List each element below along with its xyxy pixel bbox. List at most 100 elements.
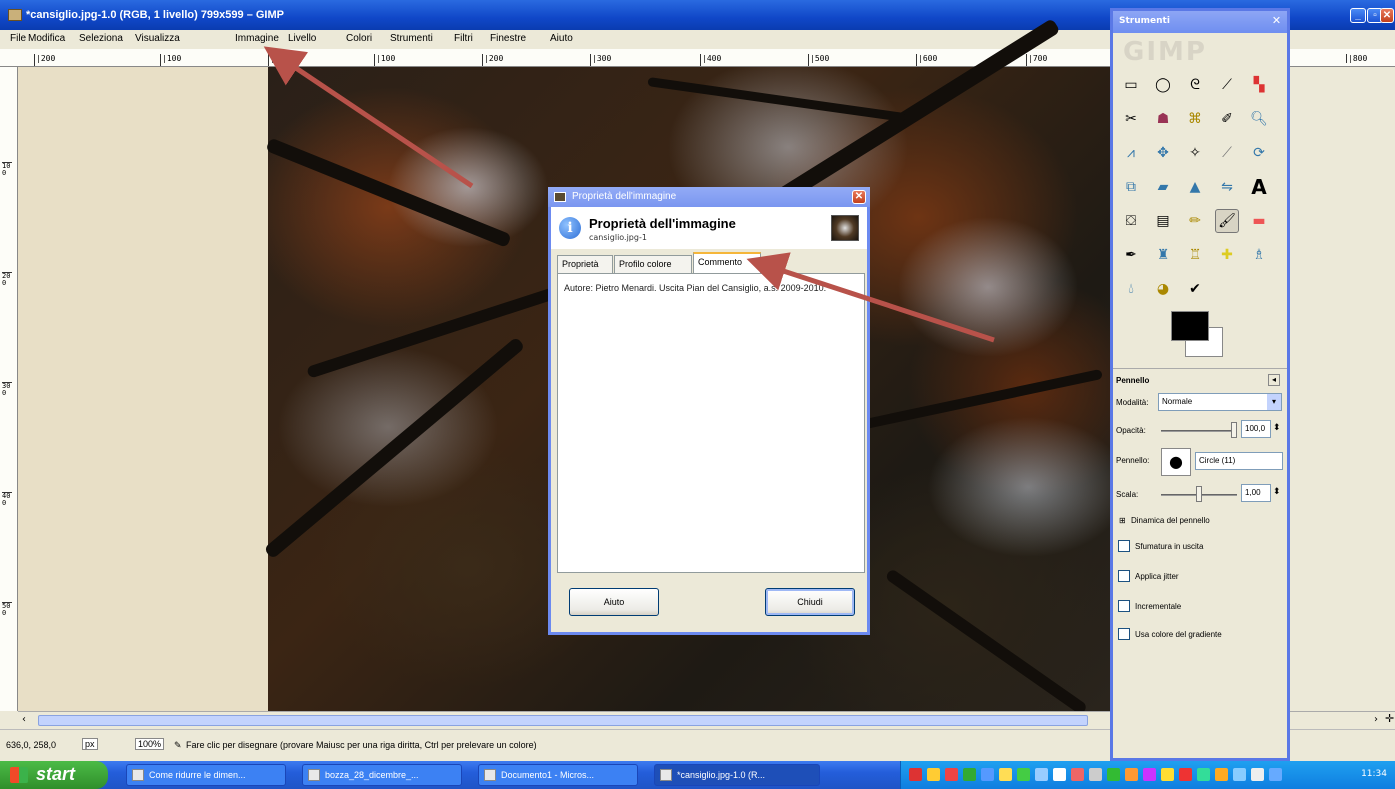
menu-livello[interactable]: Livello (288, 33, 316, 44)
menu-filtri[interactable]: Filtri (454, 33, 473, 44)
mode-select[interactable]: Normale ▾ (1158, 393, 1282, 411)
opacity-slider[interactable] (1161, 430, 1237, 432)
scale-slider-handle[interactable] (1196, 486, 1202, 502)
flip-icon[interactable]: ⇋ (1215, 175, 1239, 199)
menu-visualizza[interactable]: Visualizza (135, 33, 180, 44)
measure-icon[interactable]: ⩘ (1119, 141, 1143, 165)
tab-commento[interactable]: Commento (693, 252, 761, 274)
move-icon[interactable]: ✥ (1151, 141, 1175, 165)
taskbar-item[interactable]: Come ridurre le dimen... (126, 764, 286, 786)
expander-plus-icon[interactable]: ⊞ (1119, 516, 1126, 525)
blur-icon[interactable]: 💧︎ (1119, 277, 1143, 301)
rotate-icon[interactable]: ⟳ (1247, 141, 1271, 165)
opacity-slider-handle[interactable] (1231, 422, 1237, 438)
tray-icon[interactable] (1107, 768, 1120, 781)
tray-icon[interactable] (1269, 768, 1282, 781)
menu-file[interactable]: File (10, 33, 26, 44)
scroll-left-icon[interactable]: ‹ (22, 714, 26, 725)
comment-pane[interactable]: Autore: Pietro Menardi. Uscita Pian del … (557, 273, 865, 573)
color-select-icon[interactable]: ▚ (1247, 73, 1271, 97)
ink-icon[interactable]: ♜ (1151, 243, 1175, 267)
eraser-icon[interactable]: ▬ (1247, 209, 1271, 233)
tray-icon[interactable] (1251, 768, 1264, 781)
foreground-color-swatch[interactable] (1171, 311, 1209, 341)
spinner-icon[interactable]: ⬍ (1273, 422, 1281, 433)
fuzzy-select-icon[interactable]: ⟋ (1215, 73, 1239, 97)
tray-icon[interactable] (1179, 768, 1192, 781)
heal-icon[interactable]: ✚ (1215, 243, 1239, 267)
tray-icon[interactable] (1017, 768, 1030, 781)
tray-icon[interactable] (1215, 768, 1228, 781)
toolbox-close-icon[interactable]: ✕ (1270, 15, 1283, 28)
spinner-icon[interactable]: ⬍ (1273, 486, 1281, 497)
tray-icon[interactable] (927, 768, 940, 781)
bucket-fill-icon[interactable]: ⛋ (1119, 209, 1143, 233)
zoom-icon[interactable]: 🔍︎ (1247, 107, 1271, 131)
toolbox-title[interactable]: Strumenti (1113, 11, 1287, 33)
tray-icon[interactable] (909, 768, 922, 781)
perspective-icon[interactable]: ▲ (1183, 175, 1207, 199)
dialog-title-bar[interactable]: Proprietà dell'immagine ✕ (548, 187, 870, 207)
horizontal-ruler-right[interactable]: |800 (1290, 49, 1395, 67)
scale-icon[interactable]: ⧉ (1119, 175, 1143, 199)
menu-strumenti[interactable]: Strumenti (390, 33, 433, 44)
menu-colori[interactable]: Colori (346, 33, 372, 44)
crop-icon[interactable]: ⟋ (1215, 141, 1239, 165)
vertical-ruler[interactable]: 100 200 300 400 500 (0, 67, 18, 711)
free-select-icon[interactable]: ᘓ (1183, 73, 1207, 97)
taskbar-item-active[interactable]: *cansiglio.jpg-1.0 (R... (654, 764, 820, 786)
shear-icon[interactable]: ▰ (1151, 175, 1175, 199)
scroll-right-icon[interactable]: › (1374, 714, 1378, 725)
horizontal-scrollbar-right[interactable]: › ✛ (1290, 711, 1395, 729)
close-button[interactable]: Chiudi (765, 588, 855, 616)
dialog-close-icon[interactable]: ✕ (852, 190, 866, 204)
brush-preview-icon[interactable]: ● (1161, 448, 1191, 476)
menu-modifica[interactable]: Modifica (28, 33, 65, 44)
opacity-field[interactable]: 100,0 (1241, 420, 1271, 438)
tab-proprieta[interactable]: Proprietà (557, 255, 613, 273)
horizontal-ruler[interactable]: |200 |100 |0 |100 |200 |300 |400 |500 |6… (0, 49, 1110, 67)
tray-icon[interactable] (1143, 768, 1156, 781)
horizontal-scrollbar[interactable]: ‹ (18, 711, 1110, 729)
dynamics-label[interactable]: Dinamica del pennello (1131, 516, 1210, 525)
tray-icon[interactable] (1089, 768, 1102, 781)
menu-immagine[interactable]: Immagine (235, 33, 279, 44)
apply-jitter-checkbox[interactable] (1118, 570, 1130, 582)
menu-finestre[interactable]: Finestre (490, 33, 526, 44)
clone-icon[interactable]: ♖ (1183, 243, 1207, 267)
scissors-icon[interactable]: ✂ (1119, 107, 1143, 131)
incremental-checkbox[interactable] (1118, 600, 1130, 612)
tray-icon[interactable] (1125, 768, 1138, 781)
clock[interactable]: 11:34 (1361, 769, 1387, 779)
tray-icon[interactable] (981, 768, 994, 781)
dodge-burn-icon[interactable]: ✔ (1183, 277, 1207, 301)
smudge-icon[interactable]: ◕ (1151, 277, 1175, 301)
scrollbar-thumb[interactable] (38, 715, 1088, 726)
airbrush-icon[interactable]: ✒ (1119, 243, 1143, 267)
tab-profilo-colore[interactable]: Profilo colore (614, 255, 692, 273)
tray-icon[interactable] (1053, 768, 1066, 781)
help-button[interactable]: Aiuto (569, 588, 659, 616)
taskbar-item[interactable]: Documento1 - Micros... (478, 764, 638, 786)
start-button[interactable]: start (0, 761, 108, 789)
tray-icon[interactable] (1071, 768, 1084, 781)
toolbox-window[interactable]: Strumenti ✕ GIMP ▭ ◯ ᘓ ⟋ ▚ ✂ ☗ ⌘ ✐ 🔍︎ ⩘ … (1110, 8, 1290, 761)
foreground-select-icon[interactable]: ☗ (1151, 107, 1175, 131)
align-icon[interactable]: ✧ (1183, 141, 1207, 165)
text-icon[interactable]: A (1247, 175, 1271, 199)
pencil-icon[interactable]: ✏ (1183, 209, 1207, 233)
tray-icon[interactable] (1161, 768, 1174, 781)
ellipse-select-icon[interactable]: ◯ (1151, 73, 1175, 97)
menu-seleziona[interactable]: Seleziona (79, 33, 123, 44)
taskbar-item[interactable]: bozza_28_dicembre_... (302, 764, 462, 786)
tray-icon[interactable] (963, 768, 976, 781)
scale-field[interactable]: 1,00 (1241, 484, 1271, 502)
tray-icon[interactable] (1233, 768, 1246, 781)
comment-text[interactable]: Autore: Pietro Menardi. Uscita Pian del … (564, 282, 858, 295)
unit-select[interactable]: px (82, 738, 98, 750)
perspective-clone-icon[interactable]: ♗ (1247, 243, 1271, 267)
paintbrush-icon[interactable]: 🖌︎ (1215, 209, 1239, 233)
fade-out-checkbox[interactable] (1118, 540, 1130, 552)
tray-icon[interactable] (1035, 768, 1048, 781)
blend-icon[interactable]: ▤ (1151, 209, 1175, 233)
